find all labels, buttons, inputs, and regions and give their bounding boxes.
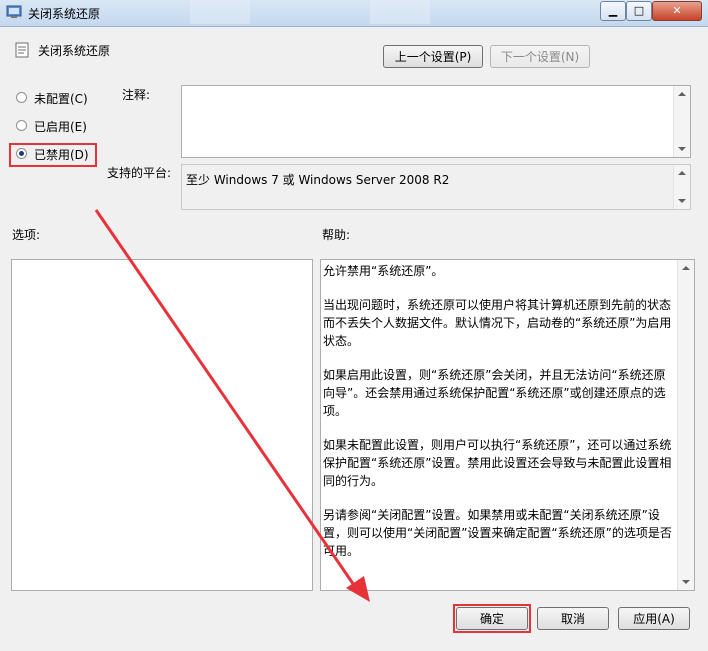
help-text: 允许禁用“系统还原”。 当出现问题时，系统还原可以使用户将其计算机还原到先前的状… bbox=[323, 262, 675, 576]
comment-textarea[interactable] bbox=[181, 85, 691, 158]
radio-not-configured[interactable]: 未配置(C) bbox=[16, 89, 100, 107]
close-icon: ✕ bbox=[672, 4, 682, 17]
help-paragraph: 另请参阅“关闭配置”设置。如果禁用或未配置“关闭系统还原”设置，则可以使用“关闭… bbox=[323, 508, 672, 558]
radio-disabled[interactable]: 已禁用(D) bbox=[16, 145, 100, 163]
ok-button[interactable]: 确定 bbox=[456, 607, 528, 630]
policy-setting-icon bbox=[15, 42, 29, 58]
background-window-hint bbox=[370, 0, 430, 24]
options-pane bbox=[11, 259, 313, 591]
options-label: 选项: bbox=[12, 228, 41, 242]
scroll-down-icon[interactable] bbox=[682, 580, 690, 584]
help-paragraph: 当出现问题时，系统还原可以使用户将其计算机还原到先前的状态而不丢失个人数据文件。… bbox=[323, 298, 672, 348]
comment-label: 注释: bbox=[122, 88, 151, 102]
next-setting-button[interactable]: 下一个设置(N) bbox=[490, 45, 590, 68]
scroll-up-icon[interactable] bbox=[678, 171, 686, 175]
help-paragraph: 允许禁用“系统还原”。 bbox=[323, 264, 444, 278]
radio-disabled-indicator[interactable] bbox=[16, 148, 27, 159]
apply-button[interactable]: 应用(A) bbox=[618, 607, 690, 630]
comment-scrollbar[interactable] bbox=[673, 86, 690, 157]
help-pane: 允许禁用“系统还原”。 当出现问题时，系统还原可以使用户将其计算机还原到先前的状… bbox=[320, 259, 695, 591]
cancel-button[interactable]: 取消 bbox=[537, 607, 609, 630]
close-button[interactable]: ✕ bbox=[652, 1, 702, 21]
policy-window-icon bbox=[6, 5, 22, 18]
maximize-icon: □ bbox=[633, 4, 645, 17]
scroll-up-icon[interactable] bbox=[682, 266, 690, 270]
help-scrollbar[interactable] bbox=[677, 260, 694, 590]
policy-name: 关闭系统还原 bbox=[38, 44, 111, 58]
scroll-down-icon[interactable] bbox=[678, 199, 686, 203]
scroll-down-icon[interactable] bbox=[678, 147, 686, 151]
minimize-icon: ▁ bbox=[608, 4, 618, 17]
platform-field: 至少 Windows 7 或 Windows Server 2008 R2 bbox=[181, 164, 691, 210]
radio-enabled-indicator[interactable] bbox=[16, 120, 27, 131]
radio-enabled[interactable]: 已启用(E) bbox=[16, 117, 100, 135]
radio-not-configured-label: 未配置(C) bbox=[34, 92, 88, 106]
title-bar[interactable]: 关闭系统还原 ▁ □ ✕ bbox=[0, 0, 708, 27]
scroll-up-icon[interactable] bbox=[678, 92, 686, 96]
radio-disabled-label: 已禁用(D) bbox=[34, 148, 89, 162]
previous-setting-button[interactable]: 上一个设置(P) bbox=[383, 45, 483, 68]
help-paragraph: 如果未配置此设置，则用户可以执行“系统还原”，还可以通过系统保护配置“系统还原”… bbox=[323, 438, 672, 488]
minimize-button[interactable]: ▁ bbox=[600, 1, 626, 21]
maximize-button[interactable]: □ bbox=[626, 1, 652, 21]
background-window-hint bbox=[190, 0, 250, 24]
help-label: 帮助: bbox=[322, 228, 351, 242]
platform-label: 支持的平台: bbox=[107, 166, 172, 180]
radio-not-configured-indicator[interactable] bbox=[16, 92, 27, 103]
help-paragraph: 如果启用此设置，则“系统还原”会关闭，并且无法访问“系统还原向导”。还会禁用通过… bbox=[323, 368, 666, 418]
radio-enabled-label: 已启用(E) bbox=[34, 120, 87, 134]
platform-scrollbar[interactable] bbox=[673, 165, 690, 209]
platform-value: 至少 Windows 7 或 Windows Server 2008 R2 bbox=[186, 173, 450, 187]
window-title: 关闭系统还原 bbox=[28, 7, 101, 21]
